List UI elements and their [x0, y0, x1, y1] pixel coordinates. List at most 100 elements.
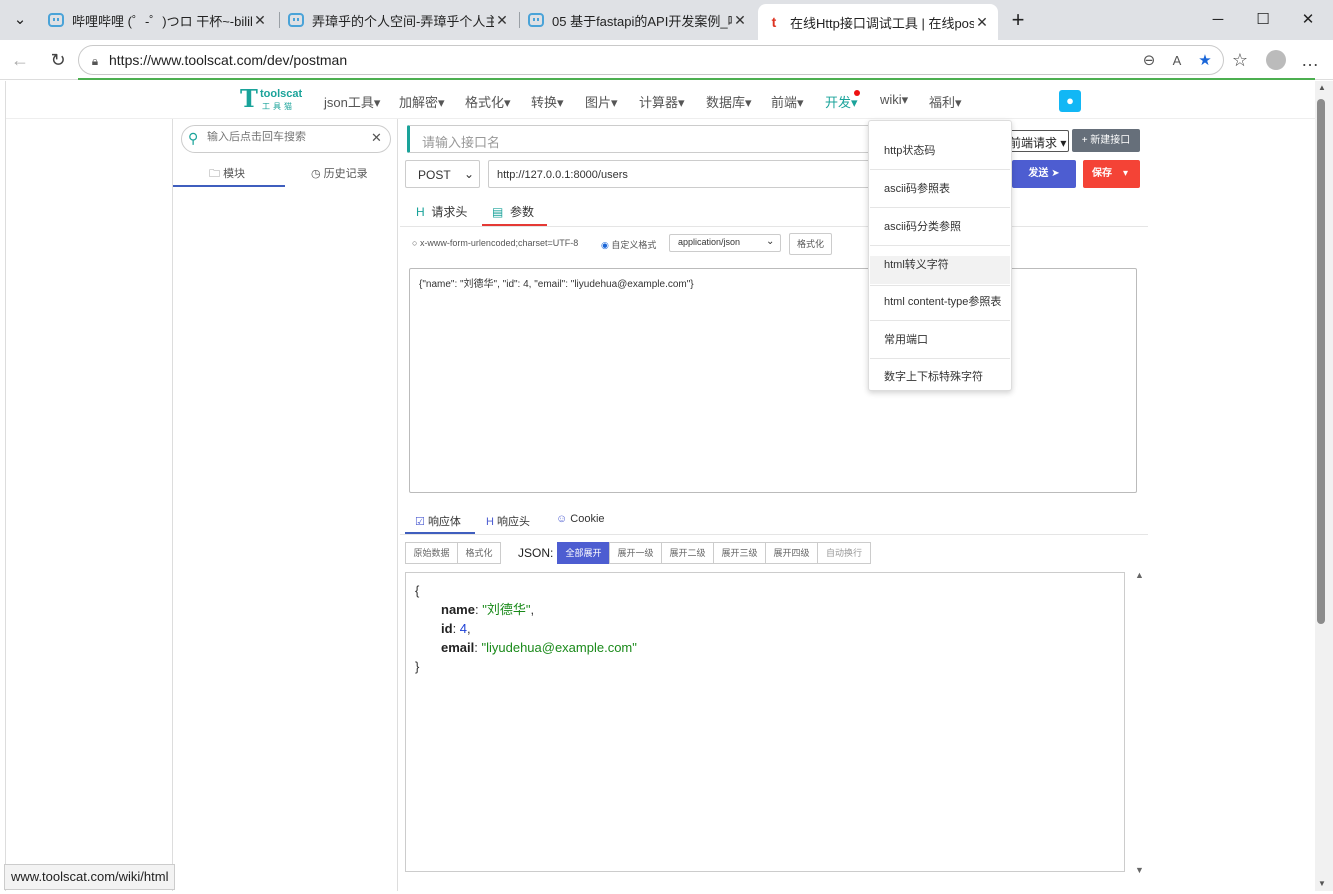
scroll-down-icon[interactable]: ▼	[1318, 879, 1326, 888]
json-row: name: "刘德华",	[441, 602, 535, 617]
maximize-icon[interactable]: ☐	[1251, 8, 1275, 32]
expand-level-4-button[interactable]: 展开四级	[765, 542, 818, 564]
minimize-icon[interactable]: ─	[1206, 8, 1230, 32]
tab-request-headers[interactable]: H 请求头	[416, 203, 467, 220]
dev-dropdown-menu: http状态码 ascii码参照表 ascii码分类参照 html转义字符 ht…	[868, 120, 1012, 391]
folder-icon: 🗀︎	[209, 168, 220, 180]
back-icon[interactable]: ←	[8, 48, 32, 72]
menu-item-ascii-table[interactable]: ascii码参照表	[870, 171, 1010, 208]
tab-params[interactable]: ▤ 参数	[492, 203, 534, 220]
close-tab-icon[interactable]: ✕	[732, 12, 748, 29]
favorite-star-icon[interactable]: ★	[1195, 51, 1215, 71]
expand-all-button[interactable]: 全部展开	[557, 542, 610, 564]
clock-icon: ◷	[311, 168, 321, 180]
nav-item-welfare[interactable]: 福利▾	[929, 92, 962, 111]
browser-tab-1[interactable]: 哔哩哔哩 (゜-゜)つロ 干杯~-bilibili ✕	[40, 4, 276, 36]
tab-bar: ⌄ 哔哩哔哩 (゜-゜)つロ 干杯~-bilibili ✕ 弄璋乎的个人空间-弄…	[0, 0, 1333, 40]
request-type-select[interactable]: 前端请求 ▾	[1006, 130, 1069, 152]
header-icon: H	[416, 205, 425, 219]
close-tab-icon[interactable]: ✕	[494, 12, 510, 29]
zoom-icon[interactable]: ⊖	[1139, 51, 1159, 71]
nav-item-convert[interactable]: 转换▾	[531, 92, 564, 111]
method-select[interactable]: POST ⌄	[405, 160, 480, 188]
scroll-down-icon[interactable]: ▼	[1135, 865, 1144, 875]
page-load-line	[78, 78, 1315, 80]
cookie-icon: ☺	[556, 513, 568, 525]
search-icon: ⚲	[188, 130, 199, 146]
status-bar-url: www.toolscat.com/wiki/html	[4, 864, 176, 890]
scroll-up-icon[interactable]: ▲	[1135, 570, 1144, 580]
refresh-icon[interactable]: ↻	[46, 48, 70, 72]
content-type-select[interactable]: application/json ⌄	[669, 234, 781, 252]
expand-level-2-button[interactable]: 展开二级	[661, 542, 714, 564]
logo-cn: 工具猫	[262, 102, 295, 111]
browser-tab-3[interactable]: 05 基于fastapi的API开发案例_哔哩 ✕	[520, 4, 756, 36]
sidebar-search-input[interactable]	[207, 131, 367, 143]
request-body-textarea[interactable]: {"name": "刘德华", "id": 4, "email": "liyud…	[409, 268, 1137, 493]
browser-tab-2[interactable]: 弄璋乎的个人空间-弄璋乎个人主页 ✕	[280, 4, 518, 36]
brace-close: }	[415, 659, 420, 674]
expand-level-3-button[interactable]: 展开三级	[713, 542, 766, 564]
json-label: JSON:	[518, 546, 554, 560]
close-tab-icon[interactable]: ✕	[974, 14, 990, 31]
auto-wrap-button[interactable]: 自动换行	[817, 542, 871, 564]
params-icon: ▤	[492, 205, 504, 219]
nav-item-json[interactable]: json工具▾	[324, 92, 380, 111]
sidebar-search[interactable]: ⚲ ✕	[181, 125, 391, 153]
tab-response-body[interactable]: ☑ 响应体	[415, 513, 461, 529]
close-tab-icon[interactable]: ✕	[252, 12, 268, 29]
toolscat-logo[interactable]: T toolscat 工具猫	[240, 84, 312, 114]
new-api-button[interactable]: + 新建接口	[1072, 129, 1140, 152]
close-window-icon[interactable]: ✕	[1296, 8, 1320, 32]
menu-item-content-type[interactable]: html content-type参照表	[870, 284, 1010, 321]
page: T toolscat 工具猫 json工具▾ 加解密▾ 格式化▾ 转换▾ 图片▾…	[5, 81, 1316, 891]
tab-modules[interactable]: 🗀︎ 模块	[209, 165, 245, 184]
format-request-button[interactable]: 格式化	[789, 233, 832, 255]
nav-item-calculator[interactable]: 计算器▾	[639, 92, 685, 111]
new-tab-button[interactable]: +	[1006, 8, 1030, 32]
new-dot-badge	[854, 90, 860, 96]
radio-form-urlencoded[interactable]: ○ x-www-form-urlencoded;charset=UTF-8	[412, 238, 578, 248]
raw-data-button[interactable]: 原始数据	[405, 542, 458, 564]
browser-tab-active[interactable]: t 在线Http接口调试工具 | 在线postm ✕	[758, 4, 998, 40]
format-response-button[interactable]: 格式化	[457, 542, 501, 564]
lock-icon[interactable]: 🔒︎	[85, 51, 105, 71]
tab-cookie[interactable]: ☺ Cookie	[556, 513, 605, 525]
dropdown-caret-icon[interactable]: ▾	[1123, 160, 1128, 188]
menu-item-html-escape[interactable]: html转义字符	[870, 256, 1010, 284]
address-bar: ← ↻ 🔒︎ https://www.toolscat.com/dev/post…	[0, 40, 1333, 80]
divider	[400, 534, 1148, 535]
menu-item-common-ports[interactable]: 常用端口	[870, 322, 1010, 359]
clear-icon[interactable]: ✕	[371, 130, 382, 146]
menu-item-sub-superscript[interactable]: 数字上下标特殊字符	[870, 359, 1010, 396]
scrollbar-thumb[interactable]	[1317, 99, 1325, 624]
nav-item-dev[interactable]: 开发▾	[825, 92, 858, 111]
radio-custom-format[interactable]: ◉ 自定义格式	[601, 238, 656, 251]
profile-avatar-icon[interactable]	[1264, 48, 1288, 72]
nav-item-wiki[interactable]: wiki▾	[880, 92, 908, 108]
nav-item-format[interactable]: 格式化▾	[465, 92, 511, 111]
page-scrollbar[interactable]: ▲ ▼	[1315, 81, 1333, 891]
qq-icon[interactable]: ●	[1059, 90, 1081, 112]
tab-history[interactable]: ◷ 历史记录	[311, 165, 368, 181]
menu-item-ascii-category[interactable]: ascii码分类参照	[870, 209, 1010, 246]
menu-item-http-status[interactable]: http状态码	[870, 133, 1010, 170]
url-input[interactable]: 🔒︎ https://www.toolscat.com/dev/postman …	[78, 45, 1224, 75]
nav-item-frontend[interactable]: 前端▾	[771, 92, 804, 111]
scroll-up-icon[interactable]: ▲	[1318, 83, 1326, 92]
tab-title: 哔哩哔哩 (゜-゜)つロ 干杯~-bilibili	[72, 13, 252, 29]
tab-list-chevron-icon[interactable]: ⌄	[8, 8, 32, 32]
read-aloud-icon[interactable]: A	[1167, 51, 1187, 71]
expand-level-1-button[interactable]: 展开一级	[609, 542, 662, 564]
response-json-view: { name: "刘德华", id: 4, email: "liyudehua@…	[405, 572, 1125, 872]
brace-open: {	[415, 583, 420, 598]
favorites-icon[interactable]: ☆	[1228, 48, 1252, 72]
tab-response-headers[interactable]: H 响应头	[486, 513, 530, 529]
nav-item-image[interactable]: 图片▾	[585, 92, 618, 111]
more-menu-icon[interactable]: …	[1298, 48, 1322, 72]
logo-letter: T	[240, 84, 258, 113]
nav-item-database[interactable]: 数据库▾	[706, 92, 752, 111]
nav-item-crypto[interactable]: 加解密▾	[399, 92, 445, 111]
send-button[interactable]: 发送 ➤	[1012, 160, 1076, 188]
save-button[interactable]: 保存 ▾	[1083, 160, 1140, 188]
